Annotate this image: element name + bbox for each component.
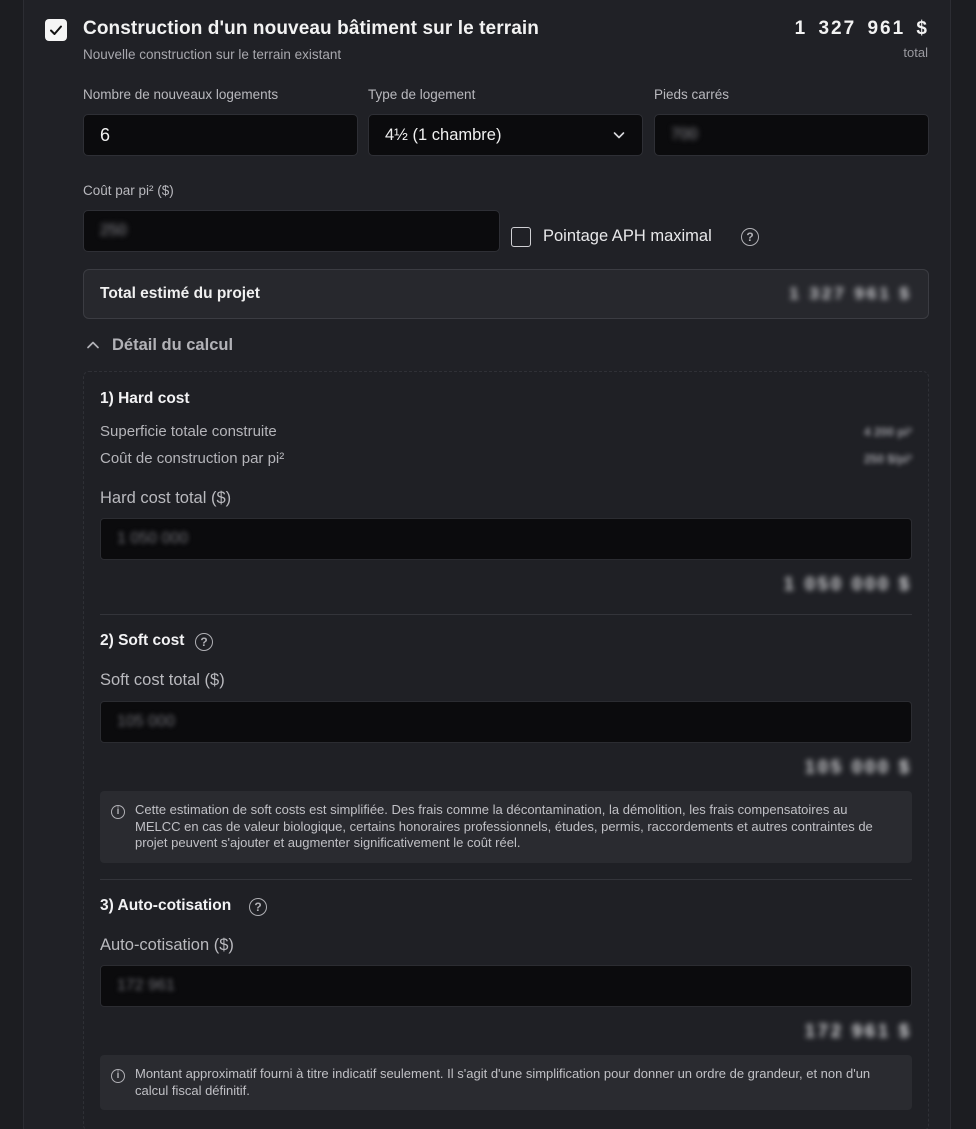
logements-label: Nombre de nouveaux logements: [83, 87, 279, 102]
help-circle-icon[interactable]: ?: [249, 898, 267, 916]
divider: [100, 879, 912, 880]
pieds-carres-value: 700: [671, 126, 698, 143]
header-total-label: total: [903, 45, 928, 60]
auto-cotisation-title: 3) Auto-cotisation: [100, 897, 232, 914]
cout-label: Coût par pi² ($): [83, 183, 174, 198]
info-icon: i: [111, 1069, 125, 1083]
hard-cost-input[interactable]: 1 050 000: [100, 518, 912, 560]
header-total-amount: 1 327 961 $: [794, 18, 929, 39]
divider: [100, 614, 912, 615]
construction-checkbox[interactable]: [45, 19, 67, 41]
cout-input[interactable]: 250: [83, 210, 500, 252]
section-title: Construction d'un nouveau bâtiment sur l…: [83, 18, 539, 39]
soft-cost-title: 2) Soft cost: [100, 632, 185, 649]
hard-cost-input-value: 1 050 000: [117, 530, 189, 547]
auto-cotisation-note: i Montant approximatif fourni à titre in…: [100, 1055, 912, 1110]
detail-calcul-label: Détail du calcul: [112, 335, 234, 354]
auto-cotisation-label: Auto-cotisation ($): [100, 936, 234, 954]
total-estime-label: Total estimé du projet: [100, 285, 260, 302]
superficie-value: 4 200 pi²: [863, 425, 912, 439]
cout-construction-label: Coût de construction par pi²: [100, 450, 285, 467]
cout-value: 250: [100, 222, 127, 239]
soft-cost-note: i Cette estimation de soft costs est sim…: [100, 791, 912, 863]
logements-input[interactable]: 6: [83, 114, 358, 156]
chevron-up-icon: [87, 341, 99, 349]
chevron-down-icon: [613, 132, 625, 139]
help-circle-icon[interactable]: ?: [741, 228, 759, 246]
aph-label: Pointage APH maximal: [543, 227, 712, 245]
aph-checkbox[interactable]: [511, 227, 531, 247]
type-logement-value: 4½ (1 chambre): [385, 125, 502, 144]
superficie-label: Superficie totale construite: [100, 423, 277, 440]
hard-cost-total-label: Hard cost total ($): [100, 489, 232, 507]
total-estime-box: Total estimé du projet 1 327 961 $: [83, 269, 929, 319]
soft-cost-input-value: 105 000: [117, 713, 175, 730]
pieds-carres-input[interactable]: 700: [654, 114, 929, 156]
auto-cotisation-total-value: 172 961 $: [804, 1021, 912, 1041]
auto-cotisation-input[interactable]: 172 961: [100, 965, 912, 1007]
cout-construction-value: 250 $/pi²: [863, 452, 912, 466]
total-estime-value: 1 327 961 $: [789, 284, 912, 303]
type-logement-label: Type de logement: [368, 87, 476, 102]
soft-cost-total-label: Soft cost total ($): [100, 671, 225, 689]
auto-cotisation-note-text: Montant approximatif fourni à titre indi…: [135, 1066, 871, 1098]
soft-cost-note-text: Cette estimation de soft costs est simpl…: [135, 802, 873, 850]
soft-cost-total-value: 105 000 $: [804, 757, 912, 777]
pieds-carres-label: Pieds carrés: [654, 87, 730, 102]
hard-cost-total-value: 1 050 000 $: [783, 574, 912, 594]
auto-cotisation-input-value: 172 961: [117, 977, 175, 994]
type-logement-select[interactable]: 4½ (1 chambre): [368, 114, 643, 156]
soft-cost-input[interactable]: 105 000: [100, 701, 912, 743]
detail-calcul-box: [83, 371, 929, 1129]
section-subtitle: Nouvelle construction sur le terrain exi…: [83, 47, 342, 62]
hard-cost-title: 1) Hard cost: [100, 390, 190, 407]
detail-calcul-toggle[interactable]: Détail du calcul: [83, 335, 233, 355]
info-icon: i: [111, 805, 125, 819]
logements-value: 6: [100, 124, 111, 145]
help-circle-icon[interactable]: ?: [195, 633, 213, 651]
check-icon: [50, 25, 62, 35]
